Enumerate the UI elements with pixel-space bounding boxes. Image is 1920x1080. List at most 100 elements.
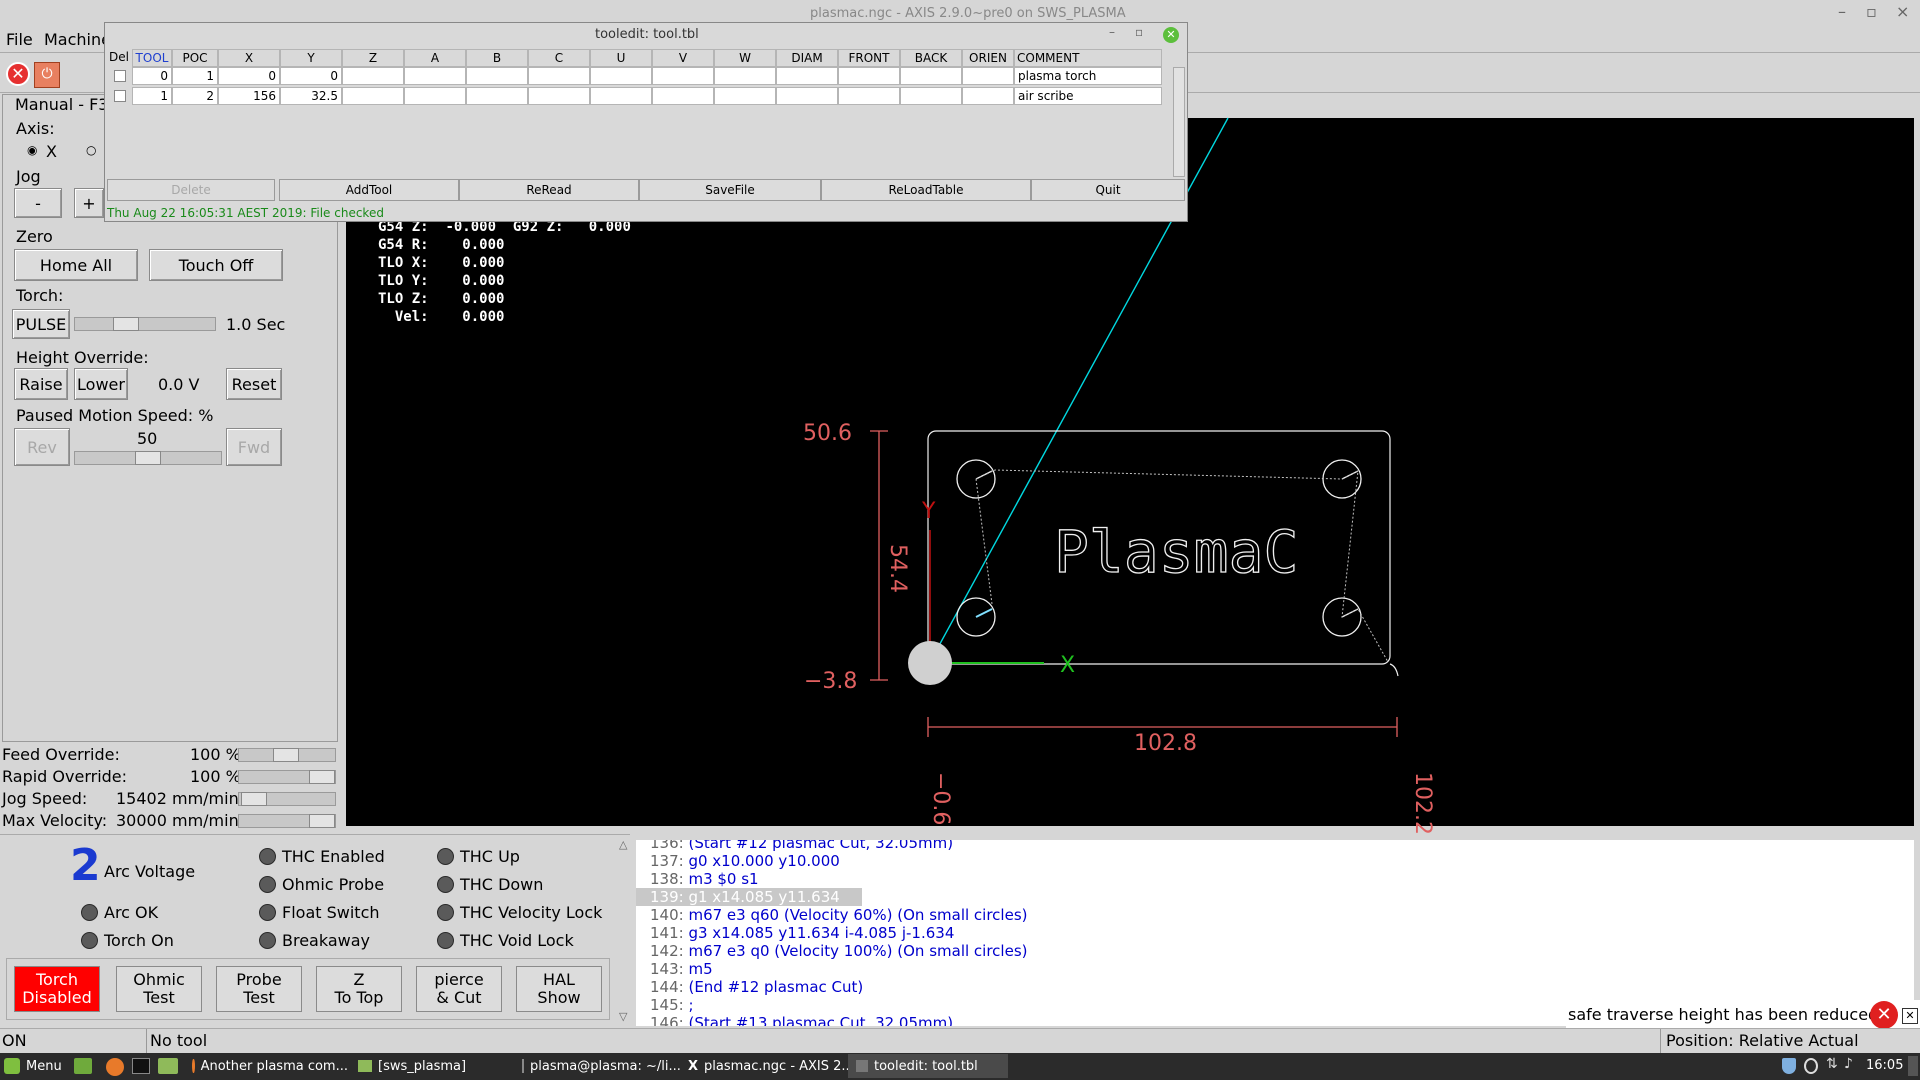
row1-del-checkbox[interactable] bbox=[114, 90, 126, 102]
taskbar-item-terminal[interactable]: plasma@plasma: ~/li... bbox=[522, 1054, 681, 1078]
col-diam[interactable]: DIAM bbox=[776, 49, 838, 67]
firefox-icon bbox=[192, 1059, 195, 1073]
gcode-listing[interactable]: 136: (Start #12 plasmac Cut, 32.05mm) 13… bbox=[636, 840, 1914, 1026]
row1-back[interactable] bbox=[900, 87, 962, 105]
torch-disabled-button[interactable]: Torch Disabled bbox=[14, 966, 100, 1012]
quit-button[interactable]: Quit bbox=[1031, 179, 1185, 201]
launcher-firefox-icon[interactable] bbox=[106, 1058, 124, 1076]
taskbar-item-axis[interactable]: X plasmac.ngc - AXIS 2... bbox=[688, 1054, 854, 1078]
row1-poc[interactable]: 2 bbox=[172, 87, 218, 105]
col-a[interactable]: A bbox=[404, 49, 466, 67]
row1-c[interactable] bbox=[528, 87, 590, 105]
row0-a[interactable] bbox=[404, 67, 466, 85]
row0-u[interactable] bbox=[590, 67, 652, 85]
row0-x[interactable]: 0 bbox=[218, 67, 280, 85]
col-orien[interactable]: ORIEN bbox=[962, 49, 1014, 67]
row1-comment[interactable]: air scribe bbox=[1014, 87, 1162, 105]
row1-z[interactable] bbox=[342, 87, 404, 105]
dro-row-g54r: G54 R: 0.000 bbox=[378, 237, 505, 253]
col-u[interactable]: U bbox=[590, 49, 652, 67]
row0-comment[interactable]: plasma torch bbox=[1014, 67, 1162, 85]
dim-bottom: −3.8 bbox=[804, 669, 857, 694]
scroll-up-icon[interactable]: △ bbox=[619, 838, 627, 851]
launcher-files-icon[interactable] bbox=[74, 1058, 92, 1074]
row1-tool[interactable]: 1 bbox=[132, 87, 172, 105]
col-w[interactable]: W bbox=[714, 49, 776, 67]
delete-button[interactable]: Delete bbox=[107, 179, 275, 201]
taskbar-item-folder[interactable]: [sws_plasma] bbox=[358, 1054, 514, 1078]
row1-y[interactable]: 32.5 bbox=[280, 87, 342, 105]
col-y[interactable]: Y bbox=[280, 49, 342, 67]
part-text: PlasmaC bbox=[1054, 518, 1298, 586]
row0-del-checkbox[interactable] bbox=[114, 70, 126, 82]
thc-velocity-lock-led bbox=[437, 904, 454, 921]
taskbar-menu-button[interactable]: Menu bbox=[4, 1054, 62, 1078]
row0-orien[interactable] bbox=[962, 67, 1014, 85]
row0-w[interactable] bbox=[714, 67, 776, 85]
launcher-folder-icon[interactable] bbox=[158, 1058, 178, 1074]
folder-icon bbox=[358, 1060, 372, 1072]
show-desktop-icon[interactable] bbox=[1908, 1056, 1918, 1076]
statusbar-divider-2 bbox=[1660, 1029, 1661, 1053]
update-icon[interactable] bbox=[1804, 1058, 1818, 1074]
col-comment[interactable]: COMMENT bbox=[1014, 49, 1162, 67]
tooledit-window: tooledit: tool.tbl – ▫ ✕ Del TOOL POC X … bbox=[104, 22, 1188, 222]
network-icon[interactable]: ⇅ bbox=[1826, 1056, 1838, 1072]
thc-up-led bbox=[437, 848, 454, 865]
row1-orien[interactable] bbox=[962, 87, 1014, 105]
ohmic-test-button[interactable]: Ohmic Test bbox=[116, 966, 202, 1012]
col-x[interactable]: X bbox=[218, 49, 280, 67]
tooledit-restore-icon[interactable]: ▫ bbox=[1135, 25, 1143, 39]
col-tool[interactable]: TOOL bbox=[132, 49, 172, 67]
hal-show-button[interactable]: HAL Show bbox=[516, 966, 602, 1012]
gcode-line: 137: g0 x10.000 y10.000 bbox=[650, 852, 840, 870]
col-front[interactable]: FRONT bbox=[838, 49, 900, 67]
row0-back[interactable] bbox=[900, 67, 962, 85]
col-c[interactable]: C bbox=[528, 49, 590, 67]
pierce-cut-button[interactable]: pierce & Cut bbox=[416, 966, 502, 1012]
row1-x[interactable]: 156 bbox=[218, 87, 280, 105]
row0-poc[interactable]: 1 bbox=[172, 67, 218, 85]
row1-w[interactable] bbox=[714, 87, 776, 105]
tooledit-scrollbar[interactable] bbox=[1173, 67, 1185, 177]
tooledit-minimize-icon[interactable]: – bbox=[1109, 25, 1115, 39]
arc-ok-led bbox=[81, 904, 98, 921]
col-v[interactable]: V bbox=[652, 49, 714, 67]
row1-a[interactable] bbox=[404, 87, 466, 105]
tooledit-close-icon[interactable]: ✕ bbox=[1163, 27, 1179, 43]
row0-c[interactable] bbox=[528, 67, 590, 85]
row1-b[interactable] bbox=[466, 87, 528, 105]
gcode-scrollbar[interactable]: △ ▽ bbox=[618, 838, 632, 1026]
scroll-down-icon[interactable]: ▽ bbox=[619, 1010, 627, 1023]
col-z[interactable]: Z bbox=[342, 49, 404, 67]
savefile-button[interactable]: SaveFile bbox=[639, 179, 821, 201]
row0-z[interactable] bbox=[342, 67, 404, 85]
shield-icon[interactable] bbox=[1782, 1058, 1796, 1074]
row1-diam[interactable] bbox=[776, 87, 838, 105]
thc-velocity-lock-label: THC Velocity Lock bbox=[460, 903, 603, 922]
row0-front[interactable] bbox=[838, 67, 900, 85]
notification-close-icon[interactable]: ✕ bbox=[1902, 1008, 1918, 1024]
col-b[interactable]: B bbox=[466, 49, 528, 67]
row1-u[interactable] bbox=[590, 87, 652, 105]
z-to-top-button[interactable]: Z To Top bbox=[316, 966, 402, 1012]
launcher-terminal-icon[interactable] bbox=[132, 1058, 150, 1074]
reread-button[interactable]: ReRead bbox=[459, 179, 639, 201]
row0-diam[interactable] bbox=[776, 67, 838, 85]
current-tool: No tool bbox=[150, 1031, 208, 1050]
row1-front[interactable] bbox=[838, 87, 900, 105]
col-poc[interactable]: POC bbox=[172, 49, 218, 67]
probe-test-button[interactable]: Probe Test bbox=[216, 966, 302, 1012]
col-back[interactable]: BACK bbox=[900, 49, 962, 67]
row0-b[interactable] bbox=[466, 67, 528, 85]
taskbar-item-browser[interactable]: Another plasma com... bbox=[192, 1054, 348, 1078]
row1-v[interactable] bbox=[652, 87, 714, 105]
taskbar-item-tooledit[interactable]: tooledit: tool.tbl bbox=[848, 1054, 1008, 1078]
reloadtable-button[interactable]: ReLoadTable bbox=[821, 179, 1031, 201]
row0-tool[interactable]: 0 bbox=[132, 67, 172, 85]
row0-v[interactable] bbox=[652, 67, 714, 85]
row0-y[interactable]: 0 bbox=[280, 67, 342, 85]
terminal-icon bbox=[522, 1059, 524, 1073]
volume-icon[interactable]: ♪ bbox=[1844, 1056, 1853, 1072]
addtool-button[interactable]: AddTool bbox=[279, 179, 459, 201]
